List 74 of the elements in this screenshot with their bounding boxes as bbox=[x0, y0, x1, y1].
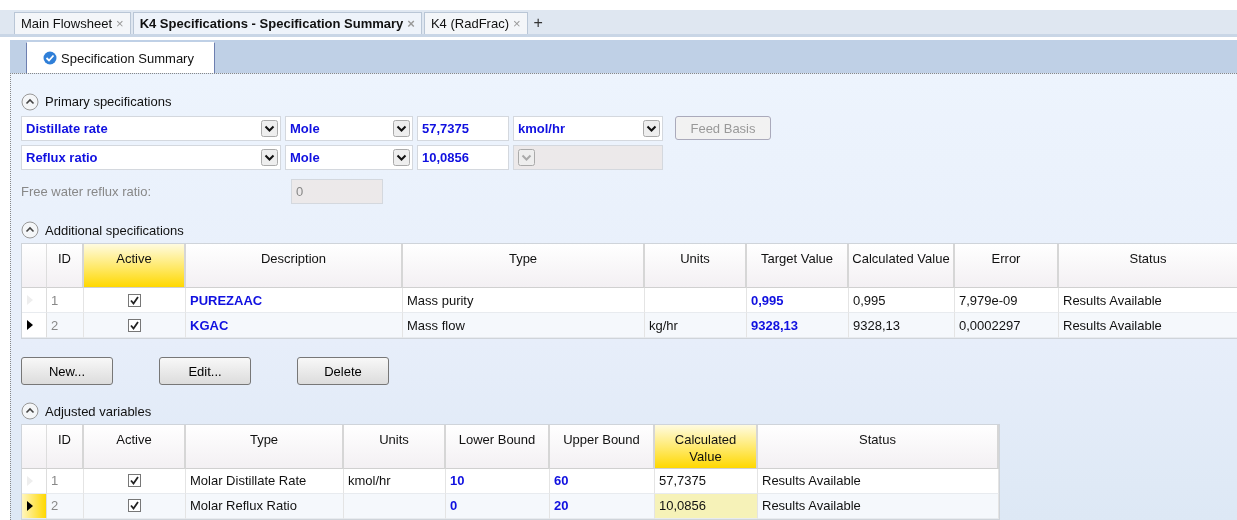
column-header[interactable]: Status bbox=[758, 425, 999, 469]
table-cell: 0,995 bbox=[747, 288, 849, 314]
header-corner bbox=[22, 425, 47, 469]
column-header[interactable]: Active bbox=[84, 425, 186, 469]
checkbox[interactable] bbox=[128, 293, 141, 307]
units-dropdown[interactable]: kmol/hr bbox=[513, 115, 663, 141]
table-cell: kg/hr bbox=[645, 313, 747, 339]
table-cell: 9328,13 bbox=[747, 313, 849, 339]
action-button[interactable]: New... bbox=[21, 357, 113, 386]
table-cell: 1 bbox=[47, 469, 84, 494]
collapse-icon[interactable] bbox=[21, 92, 39, 111]
form-tab[interactable]: Specification Summary bbox=[26, 42, 215, 73]
column-header[interactable]: Calculated Value bbox=[655, 425, 758, 469]
document-tab[interactable]: K4 (RadFrac) × bbox=[423, 12, 528, 34]
action-button[interactable]: Delete bbox=[297, 357, 389, 386]
table-cell: Molar Distillate Rate bbox=[186, 469, 344, 494]
checkbox[interactable] bbox=[128, 474, 141, 488]
field-label: Free water reflux ratio: bbox=[21, 183, 153, 199]
row-header[interactable] bbox=[22, 494, 47, 519]
column-header[interactable]: Type bbox=[186, 425, 344, 469]
table-cell: Mass flow bbox=[403, 313, 645, 339]
basis-dropdown[interactable]: Mole bbox=[285, 115, 413, 141]
action-button[interactable]: Edit... bbox=[159, 357, 251, 386]
basis-dropdown[interactable]: Mole bbox=[285, 144, 413, 170]
column-header[interactable]: Units bbox=[344, 425, 446, 469]
table-cell: 60 bbox=[550, 469, 655, 494]
table-cell: 7,979e-09 bbox=[955, 288, 1059, 314]
header-corner bbox=[22, 244, 47, 289]
checkbox[interactable] bbox=[128, 499, 141, 513]
table-cell: 10,0856 bbox=[655, 494, 758, 519]
table-cell: 2 bbox=[47, 494, 84, 519]
table-cell: Molar Reflux Ratio bbox=[186, 494, 344, 519]
check-circle-icon bbox=[43, 51, 57, 65]
column-header[interactable]: Target Value bbox=[747, 244, 849, 289]
table-cell: KGAC bbox=[186, 313, 403, 339]
document-tab[interactable]: K4 Specifications - Specification Summary × bbox=[132, 12, 422, 34]
section-title: Additional specifications bbox=[45, 222, 184, 238]
document-tab[interactable]: Main Flowsheet × bbox=[14, 12, 131, 34]
table-cell: PUREZAAC bbox=[186, 288, 403, 314]
column-header[interactable]: ID bbox=[47, 425, 84, 469]
table-cell: 10 bbox=[446, 469, 550, 494]
column-header[interactable]: Calculated Value bbox=[849, 244, 955, 289]
table-cell: Results Available bbox=[758, 469, 999, 494]
table-cell: 20 bbox=[550, 494, 655, 519]
table-cell: 57,7375 bbox=[655, 469, 758, 494]
value-field[interactable]: 57,7375 bbox=[417, 115, 509, 141]
table-cell: Results Available bbox=[758, 494, 999, 519]
row-header[interactable] bbox=[22, 313, 47, 339]
value-field[interactable]: 10,0856 bbox=[417, 144, 509, 170]
table-cell: kmol/hr bbox=[344, 469, 446, 494]
column-header[interactable]: Lower Bound bbox=[446, 425, 550, 469]
table-cell: 2 bbox=[47, 313, 84, 339]
column-header[interactable]: Description bbox=[186, 244, 403, 289]
section-title: Adjusted variables bbox=[45, 403, 152, 419]
column-header[interactable]: ID bbox=[47, 244, 84, 289]
table-cell: Mass purity bbox=[403, 288, 645, 314]
table-cell: 0 bbox=[446, 494, 550, 519]
column-header[interactable]: Units bbox=[645, 244, 747, 289]
section-title: Primary specifications bbox=[45, 94, 172, 110]
table-cell: 1 bbox=[47, 288, 84, 314]
spec-dropdown[interactable]: Reflux ratio bbox=[21, 144, 281, 170]
table-cell: Results Available bbox=[1059, 313, 1237, 339]
column-header[interactable]: Error bbox=[955, 244, 1059, 289]
table-cell: 9328,13 bbox=[849, 313, 955, 339]
column-header[interactable]: Type bbox=[403, 244, 645, 289]
table-cell: 0,0002297 bbox=[955, 313, 1059, 339]
spec-dropdown[interactable]: Distillate rate bbox=[21, 115, 281, 141]
column-header[interactable]: Active bbox=[84, 244, 186, 289]
collapse-icon[interactable] bbox=[21, 402, 39, 421]
collapse-icon[interactable] bbox=[21, 221, 39, 240]
new-tab-button[interactable]: + bbox=[529, 12, 547, 34]
column-header[interactable]: Upper Bound bbox=[550, 425, 655, 469]
table-cell: 0,995 bbox=[849, 288, 955, 314]
checkbox[interactable] bbox=[128, 318, 141, 332]
